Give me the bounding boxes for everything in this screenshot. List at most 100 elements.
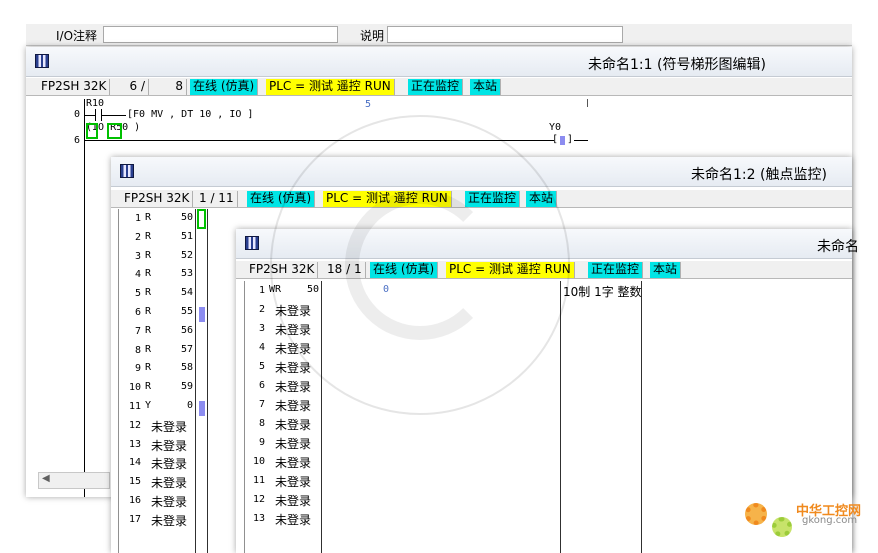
- contact-on-indicator: [199, 307, 205, 322]
- row-number: 10: [128, 382, 141, 394]
- row-number: 9: [134, 363, 141, 375]
- station-status: 本站: [526, 191, 558, 207]
- device-unregistered: 未登录: [151, 513, 188, 528]
- device-number: 54: [180, 287, 193, 299]
- cursor-box: [107, 123, 122, 139]
- row-number: 13: [128, 438, 141, 450]
- station-status: 本站: [470, 79, 502, 95]
- device-unregistered: 未登录: [151, 495, 188, 509]
- table-row[interactable]: 7 未登录: [245, 396, 853, 415]
- row-number: 6: [134, 307, 141, 318]
- plc-mode: PLC = 测试 遥控 RUN: [323, 191, 452, 207]
- table-row[interactable]: 5 未登录: [245, 358, 853, 377]
- online-status: 在线 (仿真): [370, 262, 439, 278]
- device-number: 55: [180, 306, 193, 317]
- scroll-left-arrow-icon[interactable]: ◀: [42, 473, 50, 484]
- device-unregistered: 未登录: [275, 304, 312, 318]
- device-number: 57: [180, 343, 193, 355]
- monitoring-status: 正在监控: [588, 262, 644, 278]
- device-type: R: [145, 249, 152, 261]
- table-row[interactable]: 6 未登录: [245, 377, 853, 396]
- row-number: 1: [134, 213, 141, 224]
- table-row[interactable]: 3 未登录: [245, 320, 853, 339]
- row-number: 3: [134, 250, 141, 262]
- row-number: 12: [128, 419, 141, 431]
- gear-logo-icon: [772, 517, 792, 537]
- contact-label-r10: R10: [86, 98, 105, 109]
- device-unregistered: 未登录: [275, 494, 312, 508]
- row-number: 4: [134, 269, 141, 281]
- status-bar: FP2SH 32K 1 / 11 在线 (仿真) PLC = 测试 遥控 RUN…: [111, 190, 852, 208]
- table-row[interactable]: 9 未登录: [245, 434, 853, 453]
- data-monitor-titlebar[interactable]: 未命名: [236, 229, 859, 259]
- watermark-site-url: gkong.com: [802, 515, 858, 526]
- description-input[interactable]: [387, 26, 623, 43]
- cursor-box: [86, 123, 98, 139]
- display-format: 10制 1字 整数: [563, 285, 642, 299]
- device-unregistered: 未登录: [151, 476, 188, 491]
- window-title: 未命名: [817, 239, 859, 255]
- row-number: 7: [134, 325, 141, 337]
- device-number: 0: [186, 400, 193, 411]
- table-row[interactable]: 2 未登录: [245, 301, 853, 320]
- table-row[interactable]: 8 未登录: [245, 415, 853, 434]
- rung-wire: [574, 140, 588, 141]
- device-number: 59: [180, 381, 193, 393]
- plc-mode: PLC = 测试 遥控 RUN: [266, 79, 395, 95]
- io-comment-label: I/O注释: [56, 29, 98, 43]
- app-icon: [245, 236, 259, 250]
- row-number: 6: [73, 135, 80, 146]
- contact-monitor-titlebar[interactable]: 未命名1:2 (触点监控): [111, 157, 852, 187]
- row-number: 12: [252, 494, 265, 505]
- device-type: R: [145, 268, 152, 280]
- row-number: 7: [258, 399, 265, 410]
- table-row[interactable]: 1 R 50: [119, 211, 853, 230]
- status-bar: FP2SH 32K 18 / 1 在线 (仿真) PLC = 测试 遥控 RUN…: [236, 261, 852, 279]
- device-unregistered: 未登录: [275, 437, 312, 451]
- monitor-value: 0: [383, 284, 390, 295]
- row-number: 1: [258, 285, 265, 296]
- table-row[interactable]: 4 未登录: [245, 339, 853, 358]
- device-number: 53: [180, 268, 193, 280]
- device-unregistered: 未登录: [275, 513, 312, 527]
- device-type: R: [145, 212, 152, 223]
- table-row[interactable]: 1 WR 50 0 10制 1字 整数: [245, 282, 853, 301]
- device-unregistered: 未登录: [275, 323, 312, 337]
- ladder-editor-titlebar[interactable]: 未命名1:1 (符号梯形图编辑): [26, 47, 852, 77]
- row-number: 13: [252, 513, 265, 524]
- device-type: R: [145, 306, 152, 317]
- coil-right-bracket: ]: [567, 134, 574, 145]
- rung-wire: [85, 140, 554, 141]
- device-unregistered: 未登录: [151, 419, 188, 434]
- coil-label-y0: Y0: [549, 122, 562, 133]
- plc-mode: PLC = 测试 遥控 RUN: [446, 262, 575, 278]
- rung-wire: [85, 115, 95, 116]
- gear-logo-icon: [745, 503, 767, 525]
- device-type: R: [145, 230, 152, 242]
- device-unregistered: 未登录: [275, 418, 312, 432]
- status-bar: FP2SH 32K 6 / 8 在线 (仿真) PLC = 测试 遥控 RUN …: [26, 78, 852, 96]
- right-rail: [587, 99, 588, 107]
- coil-left-bracket: [: [552, 134, 559, 145]
- device-number: 51: [180, 230, 193, 242]
- rung-wire: [102, 115, 126, 116]
- row-number: 16: [128, 495, 141, 506]
- coil-active-indicator: [560, 136, 565, 145]
- device-unregistered: 未登录: [275, 475, 312, 489]
- io-comment-input[interactable]: [103, 26, 338, 43]
- row-number: 14: [128, 457, 141, 469]
- table-row[interactable]: 11 未登录: [245, 472, 853, 491]
- device-number: 56: [180, 324, 193, 336]
- table-row[interactable]: 10 未登录: [245, 453, 853, 472]
- row-number: 4: [258, 342, 265, 353]
- monitoring-status: 正在监控: [465, 191, 521, 207]
- row-number: 9: [258, 437, 265, 448]
- device-type: R: [145, 287, 152, 299]
- instruction-f0-mv[interactable]: [F0 MV , DT 10 , IO ]: [127, 109, 253, 120]
- horizontal-scrollbar[interactable]: ◀: [38, 472, 110, 489]
- device-type: R: [145, 343, 152, 355]
- row-number: 6: [258, 380, 265, 391]
- step-total: 8: [149, 79, 187, 95]
- dt-monitor-value: 5: [365, 99, 372, 110]
- left-power-rail: [84, 99, 85, 497]
